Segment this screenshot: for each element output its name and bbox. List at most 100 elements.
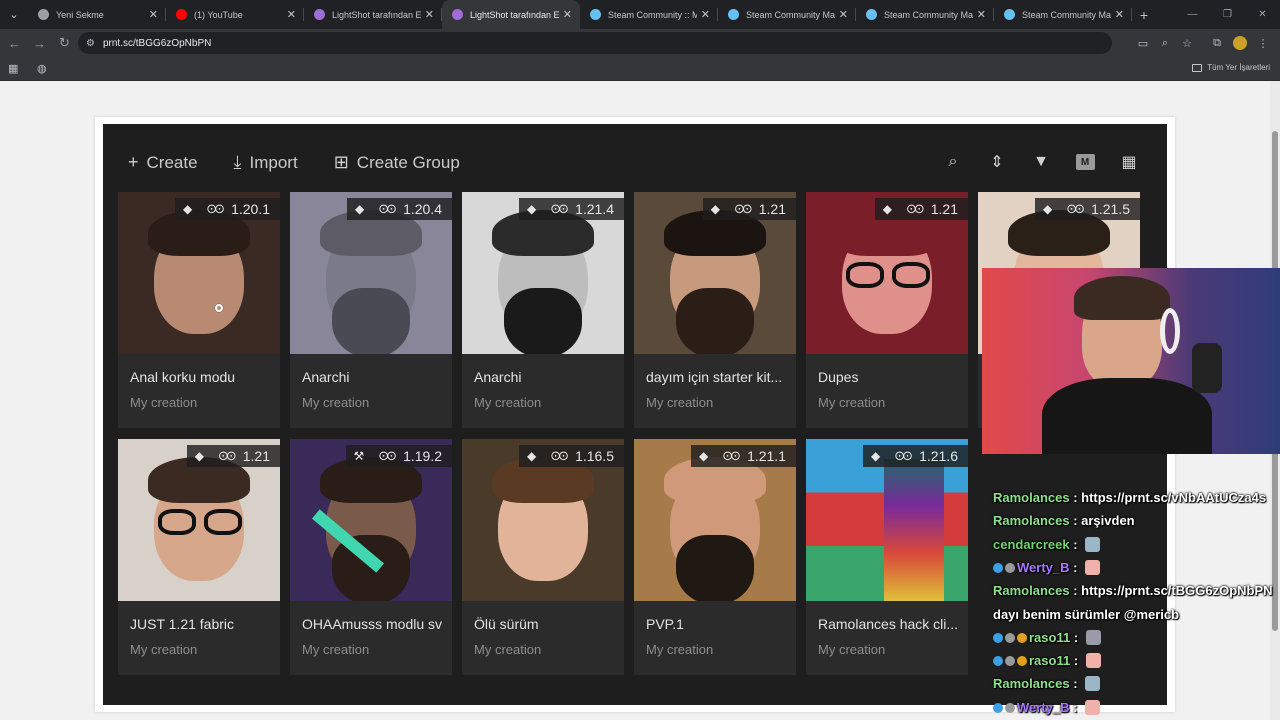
zoom-icon[interactable]: ⌕	[1154, 29, 1176, 57]
search-icon[interactable]: ⌕	[931, 153, 975, 171]
chat-username[interactable]: Ramolances	[993, 583, 1070, 598]
all-bookmarks-button[interactable]: Tüm Yer İşaretleri	[1192, 63, 1270, 72]
close-window-button[interactable]: ✕	[1245, 0, 1280, 29]
gamepad-icon: ⊙⊙	[894, 448, 913, 463]
version-badge: ◆ ⊙⊙ 1.21.1	[691, 445, 796, 467]
version-badge: ◆ ⊙⊙ 1.21.5	[1035, 198, 1140, 220]
sort-icon[interactable]: ⇕	[975, 152, 1019, 172]
chat-username[interactable]: Werty_B	[1017, 560, 1070, 575]
address-bar[interactable]: ⚙ prnt.sc/tBGG6zOpNbPN	[78, 32, 1112, 54]
chat-badge-icon	[1005, 632, 1015, 643]
browser-tab[interactable]: Yeni Sekme ✕	[28, 0, 166, 29]
close-tab-icon[interactable]: ✕	[563, 8, 572, 21]
site-info-icon[interactable]: ⚙	[86, 38, 95, 49]
chat-emote-icon	[1085, 629, 1101, 645]
instance-card[interactable]: ◆ ⊙⊙ 1.21.1 PVP.1 My creation	[634, 439, 796, 675]
create-group-label: Create Group	[356, 152, 460, 172]
chat-username[interactable]: raso11	[1029, 630, 1070, 645]
chat-username[interactable]: raso11	[1029, 653, 1070, 668]
glasses-icon	[204, 509, 242, 535]
hammer-icon: ◆	[355, 202, 365, 216]
close-tab-icon[interactable]: ✕	[149, 8, 158, 21]
tab-title: Steam Community Marke	[746, 9, 835, 20]
minimize-button[interactable]: —	[1175, 0, 1210, 29]
reload-button[interactable]: ↻	[52, 29, 77, 57]
chat-username[interactable]: Ramolances	[993, 676, 1070, 691]
version-label: 1.21.6	[919, 448, 958, 464]
launcher-tools: ⌕ ⇕ ▼ M ▦	[931, 152, 1151, 172]
chat-text: :	[1069, 699, 1082, 715]
url-text: prnt.sc/tBGG6zOpNbPN	[102, 37, 212, 49]
filter-badge-button[interactable]: M	[1063, 154, 1107, 170]
browser-tab[interactable]: LightShot tarafından Ekran ✕	[304, 0, 442, 29]
create-group-button[interactable]: ⊞ Create Group	[334, 152, 460, 173]
tab-title: LightShot tarafından Ekran	[332, 9, 421, 20]
extensions-icon[interactable]: ⧉	[1206, 29, 1228, 57]
instance-subtitle: My creation	[130, 642, 198, 657]
chat-username[interactable]: Ramolances	[993, 513, 1070, 528]
version-label: 1.21	[242, 448, 270, 464]
hammer-icon: ◆	[1043, 202, 1053, 216]
instance-card[interactable]: ◆ ⊙⊙ 1.20.1 Anal korku modu My creation	[118, 192, 280, 428]
browser-tab[interactable]: Steam Community Marke ✕	[718, 0, 856, 29]
instance-card[interactable]: ◆ ⊙⊙ 1.21 Dupes My creation	[806, 192, 968, 428]
close-tab-icon[interactable]: ✕	[977, 8, 986, 21]
instance-card[interactable]: ◆ ⊙⊙ 1.21.6 Ramolances hack cli... My creati…	[806, 439, 968, 675]
version-label: 1.16.5	[575, 448, 614, 464]
tab-search-button[interactable]: ⌄	[0, 0, 28, 29]
chat-badge-icon	[993, 562, 1003, 573]
chat-username[interactable]: Werty_B	[1017, 700, 1070, 715]
hammer-icon: ◆	[194, 449, 204, 463]
chat-username[interactable]: Ramolances	[993, 490, 1070, 505]
minecraft-skin	[884, 459, 944, 601]
new-tab-button[interactable]: +	[1132, 0, 1156, 29]
version-badge: ◆ ⊙⊙ 1.20.4	[347, 198, 452, 220]
mouse-cursor-icon	[215, 304, 223, 312]
face-beard	[332, 288, 410, 354]
import-button[interactable]: ⤓ Import	[234, 152, 298, 173]
browser-tab[interactable]: (1) YouTube ✕	[166, 0, 304, 29]
grid-view-icon[interactable]: ▦	[1107, 152, 1151, 172]
profile-avatar[interactable]	[1233, 36, 1247, 50]
instance-name: PVP.1	[646, 616, 684, 632]
filter-icon[interactable]: ▼	[1019, 153, 1063, 171]
instance-subtitle: My creation	[302, 642, 370, 657]
tab-favicon-icon	[176, 9, 187, 20]
browser-tab[interactable]: Steam Community Marke ✕	[856, 0, 994, 29]
close-tab-icon[interactable]: ✕	[839, 8, 848, 21]
close-tab-icon[interactable]: ✕	[425, 8, 434, 21]
globe-icon[interactable]: ◍	[37, 62, 47, 75]
apps-grid-icon[interactable]: ▦	[8, 62, 18, 75]
instance-card[interactable]: ◆ ⊙⊙ 1.16.5 Ölü sürüm My creation	[462, 439, 624, 675]
chat-username[interactable]: cendarcreek	[993, 537, 1070, 552]
reload-icon: ↻	[59, 35, 70, 50]
close-tab-icon[interactable]: ✕	[1115, 8, 1124, 21]
version-label: 1.21.1	[747, 448, 786, 464]
menu-icon[interactable]: ⋮	[1252, 29, 1274, 57]
instance-subtitle: My creation	[646, 642, 714, 657]
close-tab-icon[interactable]: ✕	[701, 8, 710, 21]
create-button[interactable]: + Create	[128, 152, 198, 173]
forward-button[interactable]: →	[27, 29, 52, 57]
instance-card[interactable]: ◆ ⊙⊙ 1.21.4 Anarchi My creation	[462, 192, 624, 428]
back-button[interactable]: ←	[2, 29, 27, 57]
all-bookmarks-label: Tüm Yer İşaretleri	[1207, 63, 1270, 72]
maximize-button[interactable]: ❐	[1210, 0, 1245, 29]
chat-badge-icon	[1005, 656, 1015, 667]
gamepad-icon: ⊙⊙	[550, 448, 569, 463]
browser-tab[interactable]: LightShot tarafından Ekran ✕	[442, 0, 580, 29]
browser-tab[interactable]: Steam Community Marke ✕	[994, 0, 1132, 29]
chat-message: Ramolances : https://prnt.sc/tBGG6zOpNbP…	[993, 583, 1273, 598]
instance-subtitle: My creation	[818, 395, 886, 410]
chat-message: Ramolances : arşivden	[993, 513, 1135, 528]
browser-tab[interactable]: Steam Community :: Meri ✕	[580, 0, 718, 29]
instance-card[interactable]: ⚒ ⊙⊙ 1.19.2 OHAAmusss modlu sv My creation	[290, 439, 452, 675]
instance-card[interactable]: ◆ ⊙⊙ 1.21 dayım için starter kit... My creat…	[634, 192, 796, 428]
chat-text: :	[1070, 653, 1082, 669]
close-tab-icon[interactable]: ✕	[287, 8, 296, 21]
instance-card[interactable]: ◆ ⊙⊙ 1.21 JUST 1.21 fabric My creation	[118, 439, 280, 675]
tab-title: Steam Community :: Meri	[608, 9, 697, 20]
bookmark-star-icon[interactable]: ☆	[1176, 29, 1198, 57]
install-app-icon[interactable]: ▭	[1132, 29, 1154, 57]
instance-card[interactable]: ◆ ⊙⊙ 1.20.4 Anarchi My creation	[290, 192, 452, 428]
